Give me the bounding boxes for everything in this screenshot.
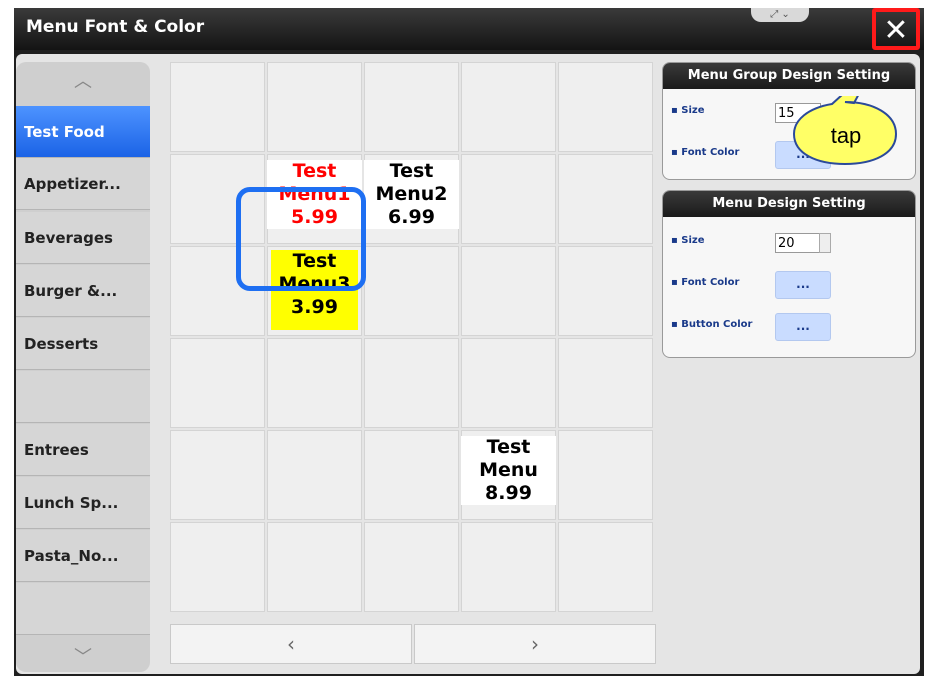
size-label: ▪ Size [671,235,705,246]
panel-title: Menu Group Design Setting [663,63,915,89]
font-color-label: ▪ Font Color [671,277,740,288]
close-button-highlight [872,8,920,50]
category-item-burger[interactable]: Burger &... [16,265,150,317]
menu-cell[interactable] [170,522,265,612]
selection-highlight [236,187,366,291]
menu-cell[interactable] [170,62,265,152]
page-next-button[interactable]: › [414,624,656,664]
menu-cell[interactable] [461,338,556,428]
tap-callout-text: tap [831,123,862,148]
category-scroll-down-button[interactable]: ﹀ [16,638,150,672]
menu-size-input[interactable]: 20 [775,233,821,253]
size-label: ▪ Size [671,105,705,116]
menu-cell[interactable] [558,338,653,428]
menu-cell[interactable] [364,62,459,152]
category-panel: ︿ Test Food Appetizer... Beverages Burge… [16,62,150,672]
menu-cell[interactable] [558,522,653,612]
menu-cell[interactable] [267,430,362,520]
menu-cell[interactable] [364,522,459,612]
category-item-appetizer[interactable]: Appetizer... [16,158,150,210]
menu-item-test-menu: Test Menu 8.99 [461,436,556,505]
menu-item-name: Menu2 [375,183,448,205]
menu-font-color-button[interactable]: ... [775,271,831,299]
font-color-label: ▪ Font Color [671,147,740,158]
menu-cell[interactable] [170,338,265,428]
menu-cell[interactable] [558,62,653,152]
menu-cell[interactable] [461,522,556,612]
menu-cell[interactable] [364,246,459,336]
menu-cell[interactable] [558,246,653,336]
menu-cell[interactable] [558,430,653,520]
category-item-entrees[interactable]: Entrees [16,424,150,476]
menu-cell[interactable] [461,62,556,152]
category-item-pasta-noodles[interactable]: Pasta_No... [16,530,150,582]
category-item-beverages[interactable]: Beverages [16,212,150,264]
menu-item-name: Test [389,160,434,182]
category-item-lunch-specials[interactable]: Lunch Sp... [16,477,150,529]
menu-item-test-menu2: Test Menu2 6.99 [364,160,459,229]
menu-design-panel: Menu Design Setting ▪ Size 20 ▪ Font Col… [662,190,916,358]
menu-item-price: 6.99 [388,206,435,228]
size-spinner[interactable] [819,233,831,253]
menu-item-price: 3.99 [291,296,338,318]
title-bar: Menu Font & Color ⤢ ⌄ ✕ [14,8,924,50]
menu-cell[interactable] [267,522,362,612]
menu-cell[interactable] [558,154,653,244]
menu-item-name: Test [292,160,337,182]
menu-item-price: 8.99 [485,482,532,504]
category-item-empty[interactable] [16,583,150,635]
category-item-empty[interactable] [16,371,150,423]
window-resize-tab[interactable]: ⤢ ⌄ [751,8,809,22]
window-title: Menu Font & Color [26,17,205,37]
menu-cell[interactable] [170,430,265,520]
category-item-desserts[interactable]: Desserts [16,318,150,370]
category-scroll-up-button[interactable]: ︿ [16,62,150,102]
category-item-test-food[interactable]: Test Food [16,106,150,158]
menu-cell[interactable] [461,154,556,244]
menu-cell[interactable] [461,246,556,336]
tap-callout: tap [792,96,898,166]
menu-item-name: Menu [479,459,538,481]
content-area: ︿ Test Food Appetizer... Beverages Burge… [16,54,920,674]
menu-cell[interactable] [364,338,459,428]
menu-item-name: Test [486,436,531,458]
menu-button-color-button[interactable]: ... [775,313,831,341]
panel-title: Menu Design Setting [663,191,915,217]
button-color-label: ▪ Button Color [671,319,753,330]
menu-grid: Test Menu1 5.99 Test Menu2 6.99 Test Men… [170,62,656,612]
page-prev-button[interactable]: ‹ [170,624,412,664]
menu-cell[interactable] [267,62,362,152]
menu-cell[interactable] [267,338,362,428]
menu-cell[interactable] [364,430,459,520]
